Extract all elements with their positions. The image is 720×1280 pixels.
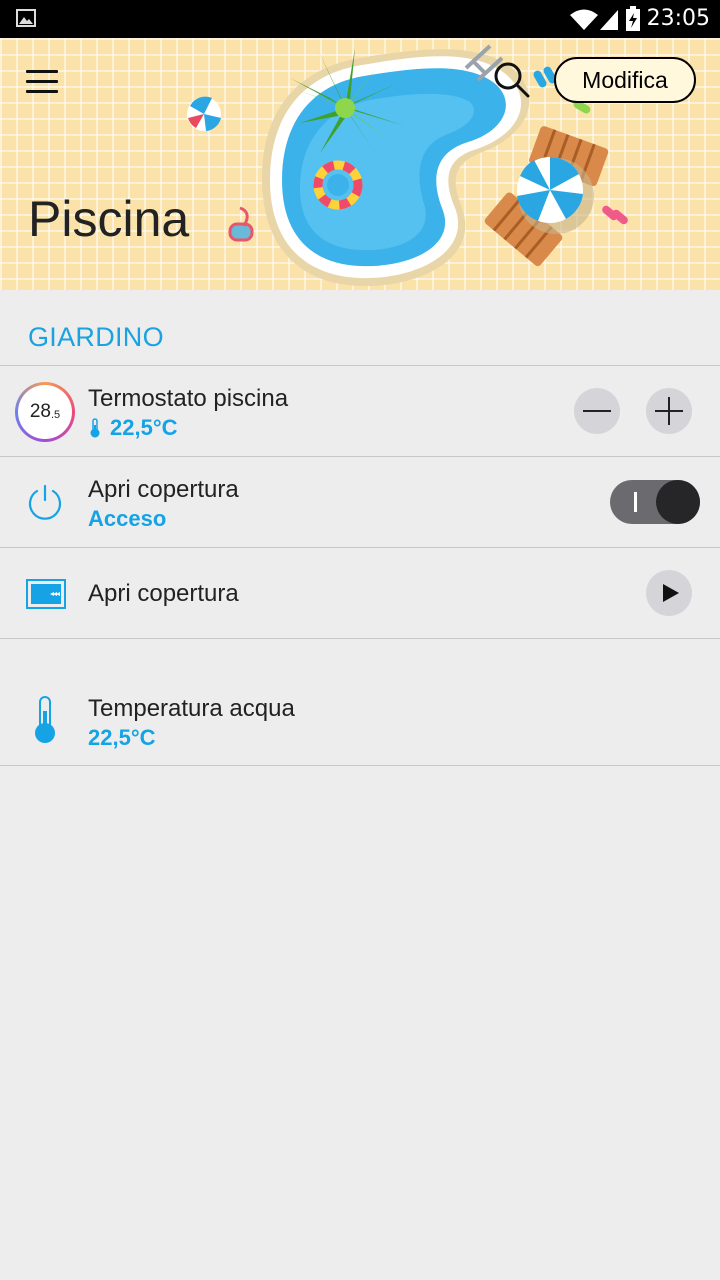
decrease-button[interactable] xyxy=(574,388,620,434)
status-bar: 23:05 xyxy=(0,0,720,38)
thermostat-dial[interactable]: 28.5 xyxy=(15,382,75,442)
increase-button[interactable] xyxy=(646,388,692,434)
thermometer-small-icon xyxy=(90,418,100,438)
list-item-thermostat[interactable]: 28.5 Termostato piscina 22,5°C xyxy=(0,365,720,456)
plus-icon xyxy=(655,397,683,425)
section-title: GIARDINO xyxy=(28,322,164,352)
item-name: Apri copertura xyxy=(88,580,239,607)
item-status: Acceso xyxy=(88,506,167,531)
list-item-sensor[interactable]: Temperatura acqua 22,5°C xyxy=(0,638,720,766)
list-item-scenario[interactable]: Apri copertura xyxy=(0,547,720,638)
toggle-on-mark xyxy=(634,492,637,512)
system-status-icons xyxy=(570,6,640,31)
item-name: Termostato piscina xyxy=(88,385,289,412)
search-icon xyxy=(494,62,530,98)
list-item-switch[interactable]: Apri copertura Acceso xyxy=(0,456,720,547)
thermometer-icon xyxy=(35,696,55,743)
menu-button[interactable] xyxy=(20,62,64,102)
signal-icon xyxy=(600,10,618,30)
power-toggle[interactable] xyxy=(610,480,700,524)
minus-icon xyxy=(583,410,611,412)
item-value: 22,5°C xyxy=(88,725,156,750)
battery-charging-icon xyxy=(626,6,640,31)
gallery-icon xyxy=(16,9,36,27)
cover-icon xyxy=(26,579,66,609)
toggle-knob xyxy=(656,480,700,524)
item-name: Temperatura acqua xyxy=(88,695,295,722)
page-title: Piscina xyxy=(28,191,190,247)
edit-button[interactable]: Modifica xyxy=(554,57,696,103)
header-banner: Modifica Piscina xyxy=(0,38,720,290)
item-value: 22,5°C xyxy=(110,415,178,440)
item-name: Apri copertura xyxy=(88,476,239,503)
search-button[interactable] xyxy=(490,58,534,102)
play-button[interactable] xyxy=(646,570,692,616)
clock: 23:05 xyxy=(646,6,710,31)
wifi-icon xyxy=(570,9,598,30)
power-icon xyxy=(28,484,62,520)
dial-value: 28 xyxy=(29,401,51,422)
device-list: 28.5 Termostato piscina 22,5°C Apri cope… xyxy=(0,365,720,766)
dial-decimal: .5 xyxy=(50,409,61,421)
item-value-wrap: 22,5°C xyxy=(88,415,178,441)
play-icon xyxy=(663,584,679,602)
